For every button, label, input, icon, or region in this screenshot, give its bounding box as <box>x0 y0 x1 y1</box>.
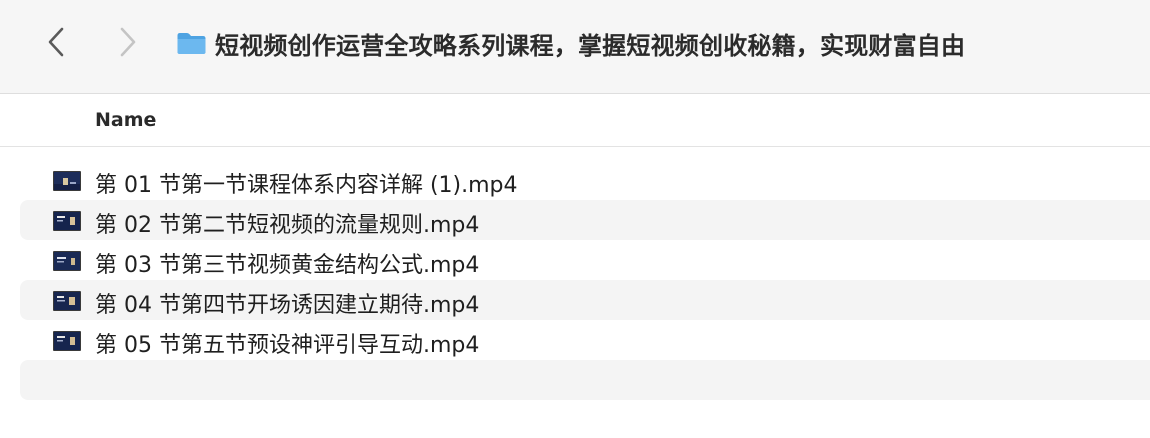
column-header-name[interactable]: Name <box>95 109 156 131</box>
forward-button[interactable] <box>110 22 146 62</box>
video-thumbnail-icon <box>53 331 81 351</box>
video-thumbnail-icon <box>53 211 81 231</box>
video-thumbnail-icon <box>53 171 81 191</box>
column-header-row: Name <box>0 95 1150 147</box>
toolbar: 短视频创作运营全攻略系列课程，掌握短视频创收秘籍，实现财富自由 <box>0 0 1150 94</box>
file-name: 第 02 节第二节短视频的流量规则.mp4 <box>95 213 480 238</box>
empty-row <box>20 360 1150 400</box>
file-list: 第 01 节第一节课程体系内容详解 (1).mp4 第 02 节第二节短视频的流… <box>20 160 1150 400</box>
video-thumbnail-icon <box>53 251 81 271</box>
file-row[interactable]: 第 02 节第二节短视频的流量规则.mp4 <box>20 200 1150 240</box>
file-row[interactable]: 第 03 节第三节视频黄金结构公式.mp4 <box>20 240 1150 280</box>
file-name: 第 05 节第五节预设神评引导互动.mp4 <box>95 333 480 358</box>
back-button[interactable] <box>38 22 74 62</box>
window-title: 短视频创作运营全攻略系列课程，掌握短视频创收秘籍，实现财富自由 <box>215 31 966 60</box>
finder-window: 短视频创作运营全攻略系列课程，掌握短视频创收秘籍，实现财富自由 Name 第 0… <box>0 0 1150 438</box>
file-name: 第 03 节第三节视频黄金结构公式.mp4 <box>95 253 480 278</box>
window-title-area: 短视频创作运营全攻略系列课程，掌握短视频创收秘籍，实现财富自由 <box>176 26 965 60</box>
folder-icon <box>177 33 206 54</box>
chevron-right-icon <box>120 27 136 57</box>
file-name: 第 01 节第一节课程体系内容详解 (1).mp4 <box>95 173 518 198</box>
chevron-left-icon <box>48 27 64 57</box>
file-row[interactable]: 第 04 节第四节开场诱因建立期待.mp4 <box>20 280 1150 320</box>
file-name: 第 04 节第四节开场诱因建立期待.mp4 <box>95 293 480 318</box>
file-row[interactable]: 第 01 节第一节课程体系内容详解 (1).mp4 <box>20 160 1150 200</box>
video-thumbnail-icon <box>53 291 81 311</box>
file-row[interactable]: 第 05 节第五节预设神评引导互动.mp4 <box>20 320 1150 360</box>
